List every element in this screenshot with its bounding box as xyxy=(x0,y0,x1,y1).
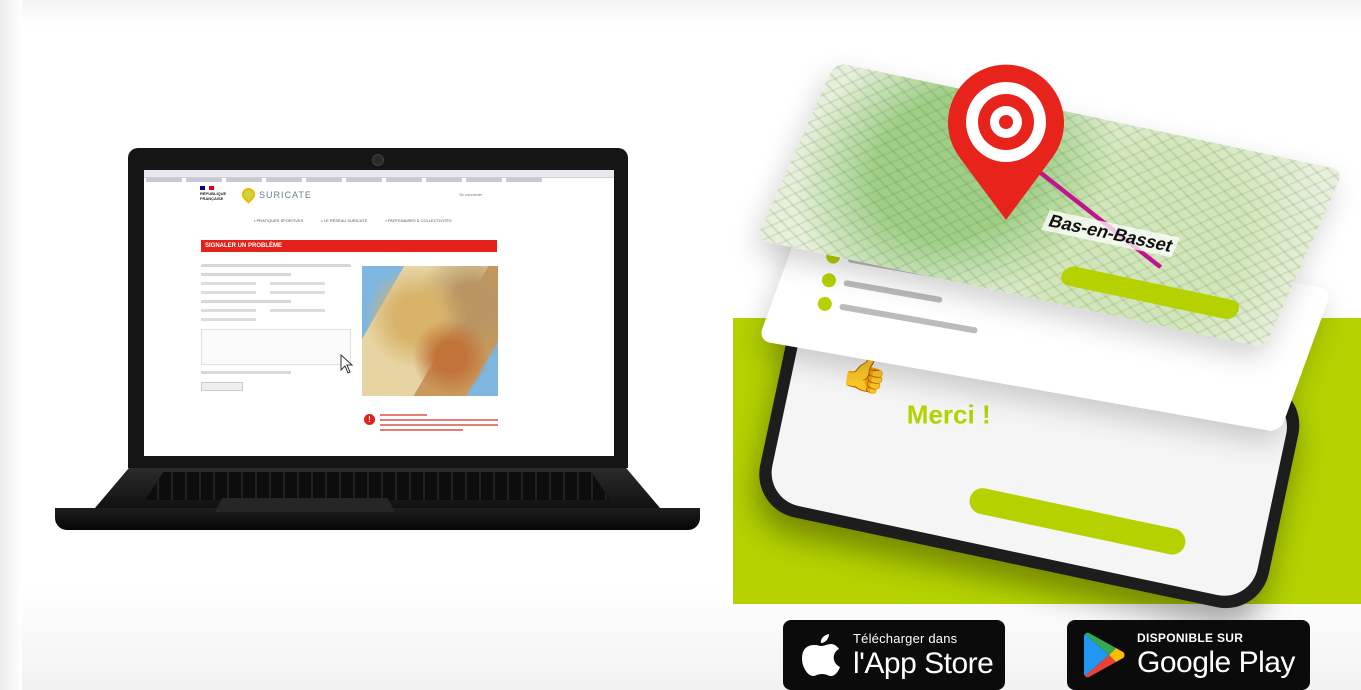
google-play-icon xyxy=(1084,632,1125,678)
warning-icon: ! xyxy=(364,414,375,425)
checkbox-row[interactable] xyxy=(201,318,351,321)
phone-confirm-button[interactable] xyxy=(967,485,1188,557)
webcam-icon xyxy=(372,154,384,166)
suricate-pin-icon xyxy=(239,185,258,204)
file-upload-button[interactable] xyxy=(201,382,243,391)
checkbox-row[interactable] xyxy=(201,291,351,294)
checkbox-row[interactable] xyxy=(201,282,351,285)
laptop-mockup: RÉPUBLIQUE FRANÇAISE SURICATE Se connect… xyxy=(55,148,700,548)
apple-icon xyxy=(802,634,840,676)
laptop-screen: RÉPUBLIQUE FRANÇAISE SURICATE Se connect… xyxy=(144,170,614,456)
nav-item-partenaires[interactable]: PARTENAIRES & COLLECTIVITÉS xyxy=(385,218,452,223)
app-store-big-label: l'App Store xyxy=(853,646,994,680)
google-play-badge[interactable]: DISPONIBLE SUR Google Play xyxy=(1067,620,1310,690)
browser-tab-bar xyxy=(144,170,614,182)
app-store-small-label: Télécharger dans xyxy=(853,630,958,646)
nav-item-reseau[interactable]: LE RÉSEAU SURICATE xyxy=(321,218,368,223)
description-textarea[interactable] xyxy=(201,329,351,365)
report-form xyxy=(201,258,351,438)
login-link[interactable]: Se connecter xyxy=(459,192,483,197)
signal-problem-banner: SIGNALER UN PROBLÈME xyxy=(201,240,497,252)
location-pin-icon xyxy=(940,62,1072,222)
form-line xyxy=(201,300,291,303)
site-header: RÉPUBLIQUE FRANÇAISE SURICATE Se connect… xyxy=(144,178,614,214)
form-line xyxy=(201,264,351,267)
laptop-lid: RÉPUBLIQUE FRANÇAISE SURICATE Se connect… xyxy=(128,148,628,468)
mouse-cursor-icon xyxy=(340,354,354,374)
left-edge-shadow xyxy=(0,0,22,690)
thanks-message: Merci ! xyxy=(906,399,991,430)
keyboard xyxy=(145,472,610,500)
republic-label: RÉPUBLIQUE FRANÇAISE xyxy=(200,191,227,201)
trackpad xyxy=(215,498,395,512)
app-store-badge[interactable]: Télécharger dans l'App Store xyxy=(783,620,1005,690)
google-play-big-label: Google Play xyxy=(1137,646,1295,679)
laptop-base xyxy=(55,456,700,538)
site-nav: PRATIQUES SPORTIVES LE RÉSEAU SURICATE P… xyxy=(254,218,452,223)
checkbox-row[interactable] xyxy=(201,309,351,312)
france-map[interactable] xyxy=(362,266,498,396)
nav-item-pratiques[interactable]: PRATIQUES SPORTIVES xyxy=(254,218,304,223)
brand-name: SURICATE xyxy=(259,189,312,200)
form-line xyxy=(201,371,291,374)
google-play-small-label: DISPONIBLE SUR xyxy=(1137,631,1244,645)
form-line xyxy=(201,273,291,276)
suricate-logo[interactable]: SURICATE xyxy=(239,185,312,204)
republique-francaise-logo: RÉPUBLIQUE FRANÇAISE xyxy=(200,186,230,201)
